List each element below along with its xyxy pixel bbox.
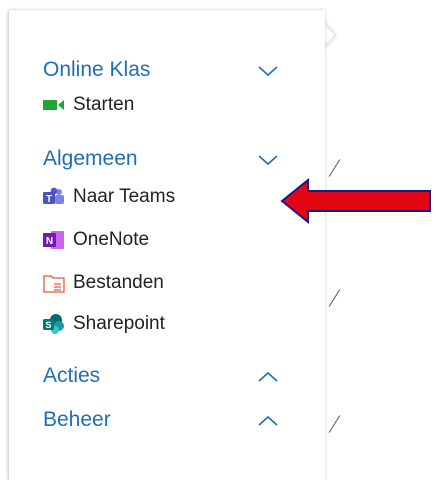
section-title: Online Klas [43, 58, 151, 81]
background-chevron-fragment [328, 159, 341, 177]
svg-text:N: N [46, 236, 53, 247]
background-chevron-fragment [328, 289, 341, 307]
chevron-down-icon[interactable] [257, 60, 279, 82]
sharepoint-icon: S [43, 314, 64, 334]
menu-item-label: OneNote [73, 229, 150, 250]
section-beheer[interactable]: Beheer [43, 406, 303, 436]
menu-item-label: Naar Teams [73, 186, 176, 207]
section-online-klas[interactable]: Online Klas [43, 56, 303, 86]
section-title: Algemeen [43, 147, 138, 170]
chevron-down-icon[interactable] [257, 149, 279, 171]
menu-item-label: Sharepoint [73, 313, 165, 334]
menu-item-sharepoint[interactable]: S Sharepoint [43, 310, 263, 338]
onenote-icon: N [43, 231, 64, 249]
menu-item-onenote[interactable]: N OneNote [43, 226, 263, 254]
menu-item-bestanden[interactable]: Bestanden [43, 269, 263, 297]
folder-icon [43, 275, 65, 293]
svg-text:T: T [46, 194, 52, 205]
section-algemeen[interactable]: Algemeen [43, 145, 303, 175]
red-arrow-icon [280, 178, 431, 224]
menu-item-label: Starten [73, 94, 135, 115]
section-title: Beheer [43, 408, 111, 431]
menu-item-label: Bestanden [73, 272, 164, 293]
menu-item-starten[interactable]: Starten [43, 91, 263, 119]
section-acties[interactable]: Acties [43, 362, 303, 392]
chevron-up-icon[interactable] [257, 366, 279, 388]
background-chevron-fragment [328, 415, 341, 433]
svg-text:S: S [45, 320, 51, 330]
section-title: Acties [43, 364, 101, 387]
menu-item-naar-teams[interactable]: T Naar Teams [43, 183, 263, 211]
video-camera-icon [43, 100, 64, 110]
teams-icon: T [43, 187, 64, 205]
chevron-up-icon[interactable] [257, 410, 279, 432]
